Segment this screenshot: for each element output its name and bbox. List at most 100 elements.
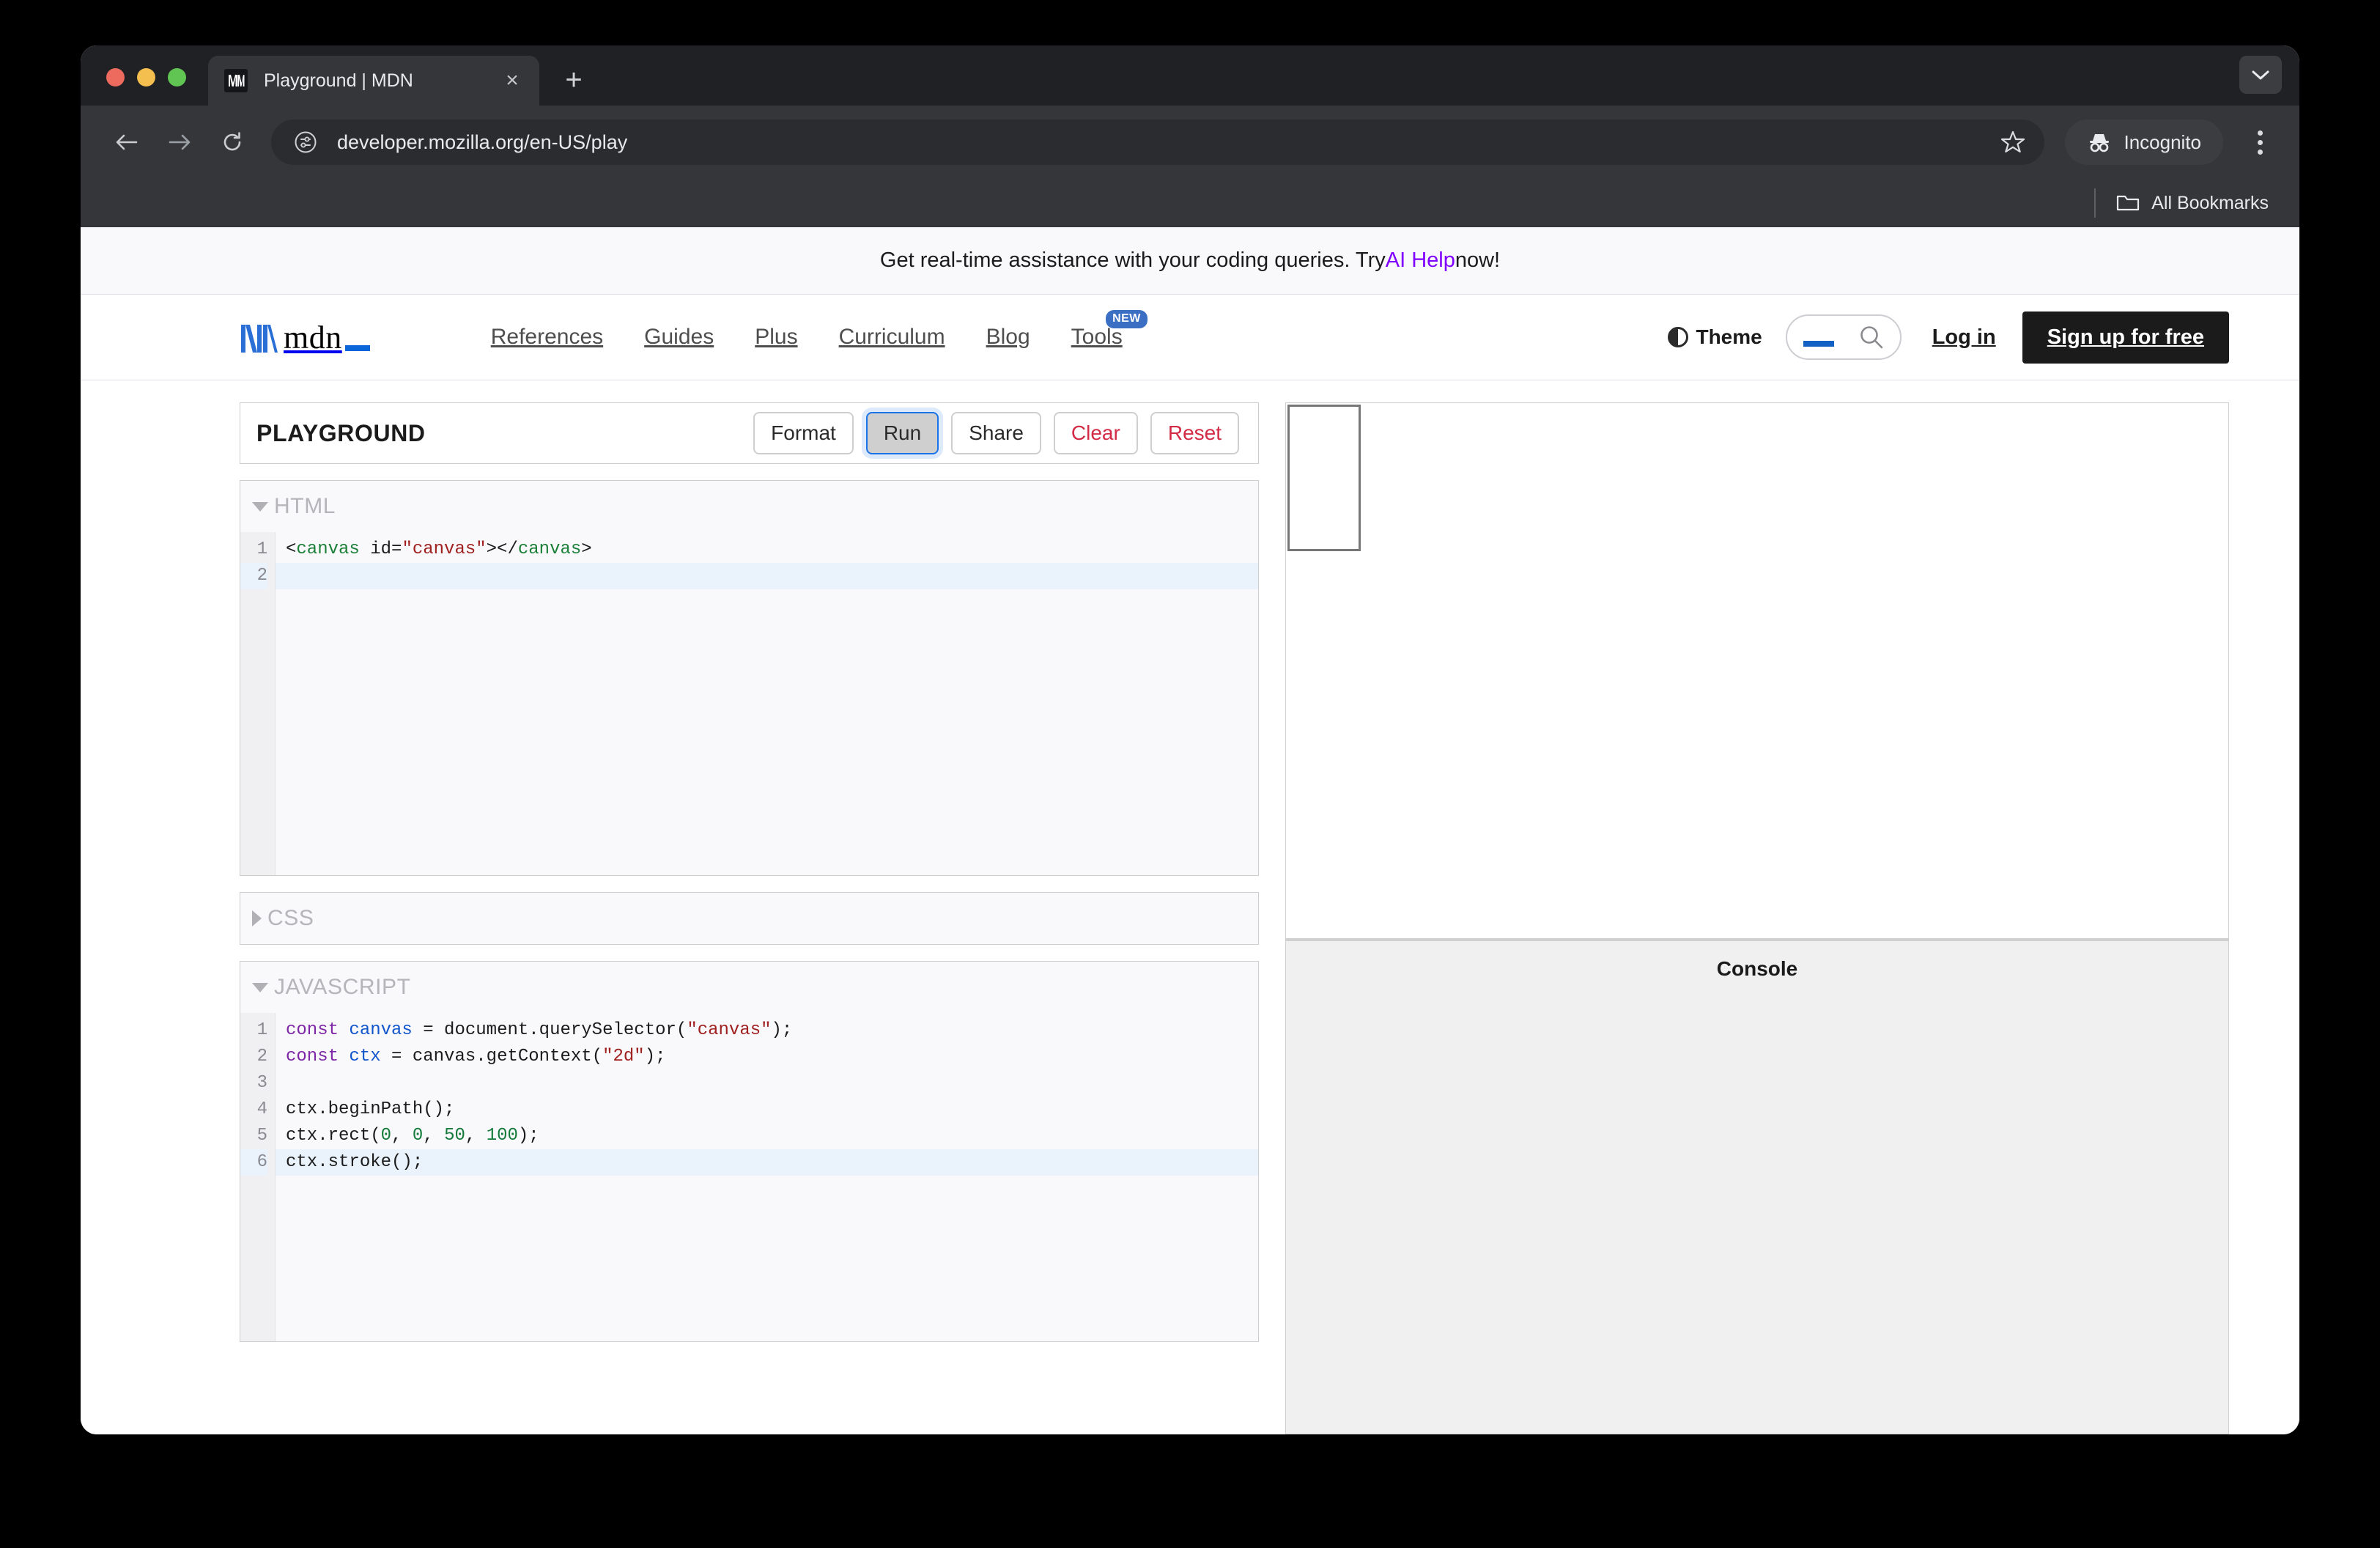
forward-arrow-icon <box>169 134 191 150</box>
line-number: 1 <box>256 539 267 559</box>
code-line: ctx.rect(0, 0, 50, 100); <box>286 1126 539 1146</box>
css-panel-label: CSS <box>267 906 314 930</box>
format-button[interactable]: Format <box>753 412 854 454</box>
playground-toolbar: PLAYGROUND Format Run Share Clear Reset <box>240 402 1259 464</box>
console-title: Console <box>1716 957 1798 980</box>
back-button[interactable] <box>106 121 148 163</box>
window-controls <box>81 68 186 106</box>
javascript-panel-label: JAVASCRIPT <box>274 975 411 999</box>
rendered-canvas-rect <box>1287 405 1361 551</box>
html-code-content: <canvas id="canvas"></canvas> <box>276 532 1258 875</box>
address-bar[interactable]: developer.mozilla.org/en-US/play <box>271 119 2045 165</box>
signup-button[interactable]: Sign up for free <box>2022 311 2229 364</box>
nav-item-blog[interactable]: Blog <box>966 325 1051 350</box>
javascript-code-editor[interactable]: 1 2 3 4 5 6 const canvas = document.quer… <box>240 1013 1258 1341</box>
bookmark-star-icon[interactable] <box>1995 124 2031 161</box>
banner-text-after: now! <box>1455 248 1501 272</box>
incognito-icon <box>2090 134 2110 152</box>
incognito-label: Incognito <box>2124 130 2201 153</box>
search-cursor <box>1803 341 1834 347</box>
tab-strip: Playground | MDN × + <box>81 45 2299 106</box>
clear-button[interactable]: Clear <box>1053 412 1138 454</box>
browser-tab[interactable]: Playground | MDN × <box>208 56 539 106</box>
editor-column: PLAYGROUND Format Run Share Clear Reset … <box>240 402 1259 1434</box>
all-bookmarks-label: All Bookmarks <box>2151 192 2269 213</box>
theme-switcher-button[interactable]: Theme <box>1668 325 1762 349</box>
javascript-panel-header[interactable]: JAVASCRIPT <box>240 962 1258 1013</box>
css-editor-panel: CSS <box>240 892 1259 945</box>
html-panel-header[interactable]: HTML <box>240 481 1258 532</box>
reset-button[interactable]: Reset <box>1150 412 1239 454</box>
browser-window: Playground | MDN × + developer.mozilla.o… <box>81 45 2299 1434</box>
javascript-code-content: const canvas = document.querySelector("c… <box>276 1013 1258 1341</box>
css-panel-header[interactable]: CSS <box>240 893 1258 944</box>
line-number: 3 <box>256 1073 267 1093</box>
browser-menu-button[interactable] <box>2239 122 2280 163</box>
folder-icon <box>2117 195 2140 211</box>
playground-actions: Format Run Share Clear Reset <box>753 412 1239 454</box>
playground-layout: PLAYGROUND Format Run Share Clear Reset … <box>81 380 2299 1434</box>
nav-label: References <box>490 325 604 349</box>
close-tab-button[interactable]: × <box>497 65 528 96</box>
nav-item-tools[interactable]: Tools NEW <box>1051 310 1148 350</box>
console-pane[interactable]: Console <box>1285 939 2229 1434</box>
nav-item-plus[interactable]: Plus <box>734 325 818 350</box>
html-editor-panel: HTML 1 2 <canvas id="canvas"></canvas> <box>240 480 1259 876</box>
mdn-logo-icon <box>241 325 278 353</box>
new-badge: NEW <box>1106 310 1148 328</box>
browser-toolbar: developer.mozilla.org/en-US/play Incogni… <box>81 106 2299 179</box>
tab-search-button[interactable] <box>2239 56 2282 94</box>
minimize-window-button[interactable] <box>137 68 155 86</box>
share-button[interactable]: Share <box>951 412 1041 454</box>
code-line: const ctx = canvas.getContext("2d"); <box>286 1047 666 1066</box>
bookmarks-divider <box>2094 188 2096 218</box>
site-info-icon[interactable] <box>290 127 321 158</box>
forward-button[interactable] <box>158 121 201 163</box>
mdn-site-header: mdn References Guides Plus Curriculum Bl… <box>81 295 2299 380</box>
line-number: 6 <box>240 1149 267 1176</box>
back-arrow-icon <box>116 134 138 150</box>
mdn-logo-underscore <box>344 345 370 351</box>
incognito-indicator[interactable]: Incognito <box>2065 119 2223 165</box>
nav-label: Curriculum <box>838 325 945 349</box>
maximize-window-button[interactable] <box>168 68 186 86</box>
theme-label: Theme <box>1696 325 1762 348</box>
ai-help-link[interactable]: AI Help <box>1386 248 1455 273</box>
line-number: 2 <box>256 1047 267 1066</box>
main-navigation: References Guides Plus Curriculum Blog T… <box>470 310 1148 350</box>
nav-label: Plus <box>755 325 798 349</box>
url-text: developer.mozilla.org/en-US/play <box>337 130 628 153</box>
nav-item-references[interactable]: References <box>470 325 624 350</box>
reload-button[interactable] <box>211 121 254 163</box>
chevron-down-icon <box>252 501 268 512</box>
all-bookmarks-button[interactable]: All Bookmarks <box>2116 193 2269 214</box>
run-button[interactable]: Run <box>865 412 939 454</box>
search-input[interactable] <box>1785 314 1902 360</box>
line-number: 2 <box>240 563 267 589</box>
chevron-down-icon <box>252 982 268 992</box>
code-line: const canvas = document.querySelector("c… <box>286 1020 793 1040</box>
nav-item-curriculum[interactable]: Curriculum <box>818 325 966 350</box>
header-actions: Theme Log in Sign up for free <box>1668 311 2229 364</box>
line-number: 4 <box>256 1099 267 1119</box>
login-link[interactable]: Log in <box>1932 325 1996 350</box>
bookmarks-bar: All Bookmarks <box>81 179 2299 227</box>
mdn-favicon <box>224 69 248 92</box>
html-code-editor[interactable]: 1 2 <canvas id="canvas"></canvas> <box>240 532 1258 875</box>
line-number: 1 <box>256 1020 267 1040</box>
mdn-logo-link[interactable]: mdn <box>238 320 370 354</box>
nav-item-guides[interactable]: Guides <box>624 325 734 350</box>
code-line <box>276 563 1258 589</box>
line-number: 5 <box>256 1126 267 1146</box>
tab-title: Playground | MDN <box>264 70 413 91</box>
preview-pane[interactable] <box>1285 402 2229 939</box>
new-tab-button[interactable]: + <box>554 60 594 100</box>
javascript-line-numbers: 1 2 3 4 5 6 <box>240 1013 276 1341</box>
chevron-down-icon <box>2252 70 2269 80</box>
playground-title: PLAYGROUND <box>256 419 426 446</box>
javascript-editor-panel: JAVASCRIPT 1 2 3 4 5 6 const canvas = do… <box>240 961 1259 1342</box>
preview-column: Console <box>1285 402 2229 1434</box>
close-window-button[interactable] <box>106 68 125 86</box>
mdn-logo-text: mdn <box>284 320 342 355</box>
